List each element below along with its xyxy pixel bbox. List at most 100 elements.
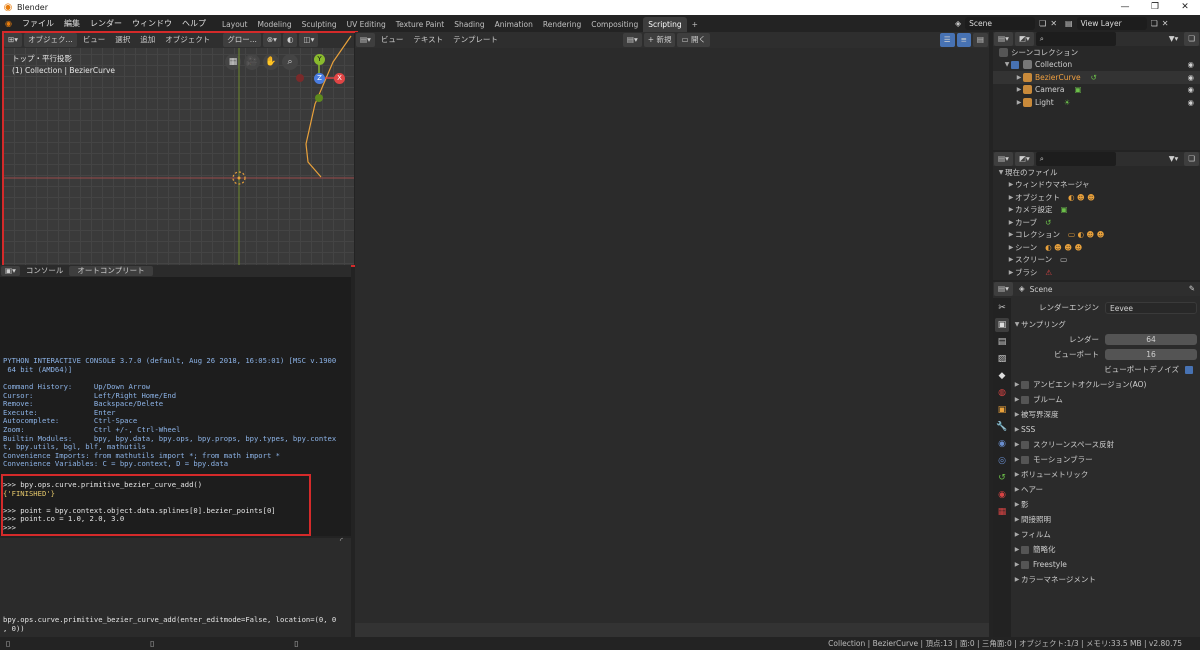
eye-icon[interactable]: ◉: [1187, 60, 1194, 69]
material-tab-icon[interactable]: ◉: [995, 488, 1009, 502]
properties-panel[interactable]: ▶ ボリューメトリック: [1013, 467, 1197, 482]
panel-enable-checkbox[interactable]: [1021, 455, 1029, 464]
pin-icon[interactable]: ✎: [1185, 282, 1199, 296]
properties-panel[interactable]: ▶ Freestyle: [1013, 557, 1197, 572]
expand-icon[interactable]: ▶: [1007, 244, 1015, 251]
light-data-icon[interactable]: ☀: [1064, 98, 1071, 107]
render-engine-dropdown[interactable]: Eevee: [1105, 301, 1197, 314]
datablock-row[interactable]: ▶ シーン ◐ ☻ ☻ ☻: [993, 241, 1200, 254]
blender-file-view[interactable]: ▤▾ ◩▾ ⌕ ▼▾ ❏ ▼ 現在のファイル ▶ ウィンドウマネージャ ▶ オブジェ…: [993, 152, 1200, 280]
output-tab-icon[interactable]: ▤: [995, 335, 1009, 349]
properties-panel[interactable]: ▶ 被写界深度: [1013, 407, 1197, 422]
view-layer-icon[interactable]: ▤: [1065, 19, 1073, 28]
tool-tab-icon[interactable]: ✂: [995, 301, 1009, 315]
data-tab-icon[interactable]: ↺: [995, 471, 1009, 485]
close-button[interactable]: ✕: [1170, 0, 1200, 15]
world-tab-icon[interactable]: ◍: [995, 386, 1009, 400]
expand-icon[interactable]: ▶: [1007, 231, 1015, 238]
outliner[interactable]: ▤▾ ◩▾ ⌕ ▼▾ ❏ シーンコレクション ▼ Collection ◉ ▶ …: [993, 32, 1200, 150]
open-text-button[interactable]: ▭ 開く: [677, 33, 710, 47]
maximize-button[interactable]: ❐: [1140, 0, 1170, 15]
tab-rendering[interactable]: Rendering: [538, 17, 586, 32]
filter-icon[interactable]: ▼▾: [1165, 32, 1183, 46]
autocomplete-tab[interactable]: オートコンプリート: [69, 266, 153, 276]
expand-icon[interactable]: ▶: [1013, 501, 1021, 508]
properties-panel[interactable]: ▶ モーションブラー: [1013, 452, 1197, 467]
expand-icon[interactable]: ▶: [1013, 426, 1021, 433]
eye-icon[interactable]: ◉: [1187, 85, 1194, 94]
expand-icon[interactable]: ▶: [1013, 396, 1021, 403]
expand-icon[interactable]: ▶: [1013, 531, 1021, 538]
expand-icon[interactable]: ▶: [1013, 546, 1021, 553]
texture-tab-icon[interactable]: ▦: [995, 505, 1009, 519]
new-view-layer-icon[interactable]: ❏: [1151, 19, 1158, 28]
particles-tab-icon[interactable]: ◉: [995, 437, 1009, 451]
menu-help[interactable]: ヘルプ: [177, 15, 211, 32]
panel-enable-checkbox[interactable]: [1021, 380, 1029, 389]
properties-panel[interactable]: ▶ アンビエントオクルージョン(AO): [1013, 377, 1197, 392]
tab-layout[interactable]: Layout: [217, 17, 253, 32]
datablock-row[interactable]: ▶ オブジェクト ◐ ☻ ☻: [993, 191, 1200, 204]
current-file-row[interactable]: ▼ 現在のファイル: [993, 166, 1200, 179]
expand-icon[interactable]: ▶: [1007, 219, 1015, 226]
file-filter-icon[interactable]: ▼▾: [1165, 152, 1183, 166]
tab-sculpting[interactable]: Sculpting: [297, 17, 342, 32]
datablock-row[interactable]: ▶ カーブ ↺: [993, 216, 1200, 229]
datablock-row[interactable]: ▶ ブラシ ⚠: [993, 266, 1200, 279]
panel-enable-checkbox[interactable]: [1021, 440, 1029, 449]
properties-panel[interactable]: ▶ 間接照明: [1013, 512, 1197, 527]
panel-enable-checkbox[interactable]: [1021, 560, 1029, 569]
text-menu-view[interactable]: ビュー: [377, 33, 408, 47]
expand-icon[interactable]: ▶: [1013, 576, 1021, 583]
scene-icon[interactable]: ◈: [955, 19, 961, 28]
properties-panel[interactable]: ▶ SSS: [1013, 422, 1197, 437]
datablock-row[interactable]: ▶ カメラ設定 ▣: [993, 204, 1200, 217]
tab-modeling[interactable]: Modeling: [252, 17, 296, 32]
outliner-editor-type-icon[interactable]: ▤▾: [994, 32, 1013, 46]
expand-icon[interactable]: ▶: [1007, 206, 1015, 213]
expand-icon[interactable]: ▶: [1013, 381, 1021, 388]
expand-icon[interactable]: ▼: [997, 169, 1005, 176]
syntax-highlight-toggle-icon[interactable]: ▤: [972, 33, 988, 47]
menu-render[interactable]: レンダー: [85, 15, 127, 32]
menu-edit[interactable]: 編集: [59, 15, 85, 32]
file-search-input[interactable]: ⌕: [1035, 152, 1116, 166]
camera-data-icon[interactable]: ▣: [1074, 85, 1081, 94]
area-split-icon[interactable]: ◜: [340, 536, 343, 545]
properties-editor-type-icon[interactable]: ▤▾: [994, 282, 1013, 296]
expand-icon[interactable]: ▶: [1013, 516, 1021, 523]
tab-scripting[interactable]: Scripting: [643, 16, 687, 32]
menu-window[interactable]: ウィンドウ: [127, 15, 177, 32]
expand-icon[interactable]: ▶: [1013, 471, 1021, 478]
text-menu-templates[interactable]: テンプレート: [449, 33, 502, 47]
datablock-row[interactable]: ▶ ウィンドウマネージャ: [993, 179, 1200, 192]
eye-icon[interactable]: ◉: [1187, 73, 1194, 82]
outliner-row-light[interactable]: ▶ Light ☀ ◉: [993, 96, 1200, 109]
viewport-samples-field[interactable]: 16: [1105, 349, 1197, 360]
expand-icon[interactable]: ▶: [1007, 181, 1015, 188]
tab-shading[interactable]: Shading: [449, 17, 489, 32]
properties-panel[interactable]: ▶ 影: [1013, 497, 1197, 512]
display-mode-icon[interactable]: ◩▾: [1014, 32, 1034, 46]
expand-icon[interactable]: ▶: [1015, 74, 1023, 81]
properties-panel[interactable]: ▶ カラーマネージメント: [1013, 572, 1197, 587]
expand-icon[interactable]: ▶: [1013, 411, 1021, 418]
datablock-row[interactable]: ▶ スクリーン ▭: [993, 254, 1200, 267]
new-scene-icon[interactable]: ❏: [1039, 19, 1046, 28]
expand-icon[interactable]: ▶: [1015, 86, 1023, 93]
expand-icon[interactable]: ▶: [1007, 256, 1015, 263]
tab-uv-editing[interactable]: UV Editing: [342, 17, 391, 32]
expand-icon[interactable]: ▶: [1007, 194, 1015, 201]
line-numbers-toggle-icon[interactable]: ☰: [939, 33, 955, 47]
expand-icon[interactable]: ▶: [1015, 99, 1023, 106]
file-display-mode-icon[interactable]: ◩▾: [1014, 152, 1034, 166]
exclude-checkbox[interactable]: [1011, 60, 1019, 69]
render-tab-icon[interactable]: ▣: [995, 318, 1009, 332]
properties-panel[interactable]: ▶ フィルム: [1013, 527, 1197, 542]
render-samples-field[interactable]: 64: [1105, 334, 1197, 345]
expand-icon[interactable]: ▶: [1013, 561, 1021, 568]
scene-field[interactable]: Scene: [965, 17, 1036, 30]
scene-collection-row[interactable]: シーンコレクション: [993, 46, 1200, 59]
expand-icon[interactable]: ▶: [1013, 486, 1021, 493]
panel-enable-checkbox[interactable]: [1021, 545, 1029, 554]
